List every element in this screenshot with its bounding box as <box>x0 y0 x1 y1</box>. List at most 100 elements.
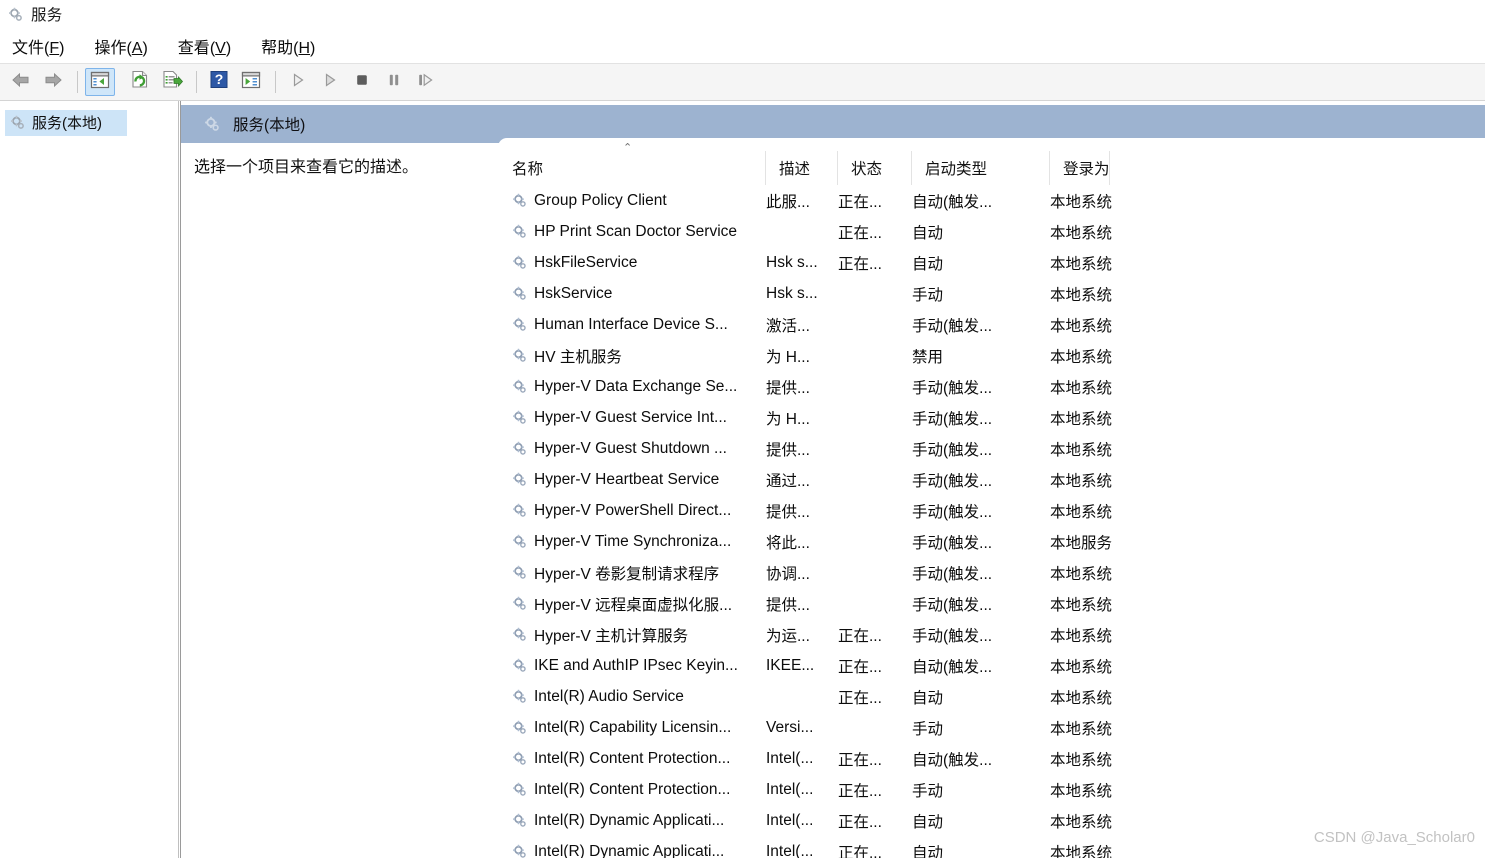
cell-startup-type-text: 自动(触发... <box>912 193 993 211</box>
cell-description-text: 通过... <box>766 472 810 490</box>
export-list-button[interactable] <box>157 68 187 96</box>
cell-service-name-text: Hyper-V PowerShell Direct... <box>534 501 732 519</box>
cell-description: 将此... <box>766 531 838 553</box>
menu-bar: 文件(F) 操作(A) 查看(V) 帮助(H) <box>0 28 1485 63</box>
stop-service-button[interactable] <box>347 68 377 96</box>
cell-status: 正在... <box>838 748 912 770</box>
cell-startup-type: 手动(触发... <box>912 438 1050 460</box>
column-header-startup-type[interactable]: 启动类型 <box>912 151 1050 185</box>
start-service-button[interactable] <box>283 68 313 96</box>
table-row[interactable]: Intel(R) Audio Service 正在... 自动 本地系统 <box>498 681 1485 712</box>
back-button[interactable] <box>6 68 36 96</box>
cell-log-on-as-text: 本地系统 <box>1050 627 1113 645</box>
cell-log-on-as-text: 本地系统 <box>1050 844 1113 858</box>
cell-description: 激活... <box>766 314 838 336</box>
forward-button[interactable] <box>38 68 68 96</box>
table-row[interactable]: Group Policy Client 此服... 正在... 自动(触发... 本地系… <box>498 185 1485 216</box>
description-hint: 选择一个项目来查看它的描述。 <box>194 159 419 176</box>
cell-service-name: Intel(R) Dynamic Applicati... <box>498 843 766 858</box>
cell-log-on-as: 本地系统 <box>1050 562 1130 584</box>
table-row[interactable]: HP Print Scan Doctor Service 正在... 自动 本地系统 <box>498 216 1485 247</box>
cell-status: 正在... <box>838 841 912 858</box>
cell-service-name-text: Hyper-V Time Synchroniza... <box>534 532 732 550</box>
cell-service-name-text: Hyper-V Data Exchange Se... <box>534 377 738 395</box>
table-row[interactable]: Hyper-V 主机计算服务 为运... 正在... 手动(触发... 本地系统 <box>498 619 1485 650</box>
menu-item-view[interactable]: 查看(V) <box>178 34 231 58</box>
cell-log-on-as: 本地系统 <box>1050 283 1130 305</box>
table-row[interactable]: HskService Hsk s... 手动 本地系统 <box>498 278 1485 309</box>
cell-log-on-as-text: 本地系统 <box>1050 720 1113 738</box>
table-row[interactable]: Hyper-V Data Exchange Se... 提供... 手动(触发...… <box>498 371 1485 402</box>
table-row[interactable]: Hyper-V 卷影复制请求程序 协调... 手动(触发... 本地系统 <box>498 557 1485 588</box>
show-hide-console-tree-button[interactable] <box>85 68 115 96</box>
refresh-button[interactable] <box>125 68 155 96</box>
service-gear-icon <box>511 192 528 209</box>
menu-item-action[interactable]: 操作(A) <box>94 34 147 58</box>
table-row[interactable]: HskFileService Hsk s... 正在... 自动 本地系统 <box>498 247 1485 278</box>
window-title: 服务 <box>31 7 63 24</box>
cell-service-name-text: Hyper-V Guest Shutdown ... <box>534 439 727 457</box>
sidebar-item-services-local[interactable]: 服务(本地) <box>5 110 127 136</box>
cell-log-on-as-text: 本地系统 <box>1050 503 1113 521</box>
cell-service-name: Hyper-V 主机计算服务 <box>498 624 766 646</box>
pause-service-button[interactable] <box>379 68 409 96</box>
cell-description-text: 激活... <box>766 317 810 335</box>
cell-description-text: 协调... <box>766 565 810 583</box>
start-service-alt-button[interactable] <box>315 68 345 96</box>
cell-status: 正在... <box>838 221 912 243</box>
cell-description: Hsk s... <box>766 254 838 272</box>
table-row[interactable]: Intel(R) Content Protection... Intel(... 正… <box>498 774 1485 805</box>
help-button[interactable]: ? <box>204 68 234 96</box>
cell-status: 正在... <box>838 810 912 832</box>
service-gear-icon <box>511 843 528 858</box>
cell-service-name: Hyper-V Heartbeat Service <box>498 471 766 489</box>
cell-startup-type: 手动(触发... <box>912 376 1050 398</box>
cell-startup-type: 手动(触发... <box>912 562 1050 584</box>
properties-button[interactable] <box>236 68 266 96</box>
cell-status-text: 正在... <box>838 844 882 858</box>
cell-log-on-as: 本地系统 <box>1050 779 1130 801</box>
cell-service-name: Intel(R) Dynamic Applicati... <box>498 812 766 830</box>
properties-icon <box>241 71 261 94</box>
column-header-description[interactable]: 描述 <box>766 151 838 185</box>
column-header-name-label: 名称 <box>512 161 544 178</box>
cell-service-name-text: Intel(R) Dynamic Applicati... <box>534 811 725 829</box>
column-header-status[interactable]: 状态 <box>838 151 912 185</box>
cell-description-text: 提供... <box>766 379 810 397</box>
menu-item-file[interactable]: 文件(F) <box>12 34 64 58</box>
column-header-name[interactable]: 名称 ⌃ <box>498 143 766 185</box>
cell-log-on-as-text: 本地系统 <box>1050 410 1113 428</box>
cell-log-on-as: 本地系统 <box>1050 438 1130 460</box>
table-row[interactable]: Human Interface Device S... 激活... 手动(触发...… <box>498 309 1485 340</box>
table-row[interactable]: Hyper-V Heartbeat Service 通过... 手动(触发... 本地… <box>498 464 1485 495</box>
table-row[interactable]: Intel(R) Content Protection... Intel(... 正… <box>498 743 1485 774</box>
table-row[interactable]: IKE and AuthIP IPsec Keyin... IKEE... 正在..… <box>498 650 1485 681</box>
cell-startup-type-text: 自动 <box>912 844 944 858</box>
restart-service-button[interactable] <box>411 68 441 96</box>
table-row[interactable]: Hyper-V PowerShell Direct... 提供... 手动(触发..… <box>498 495 1485 526</box>
cell-startup-type: 自动 <box>912 810 1050 832</box>
main-pane: 服务(本地) 选择一个项目来查看它的描述。 名称 ⌃ 描述 状态 启动类型 登录… <box>180 101 1485 858</box>
table-row[interactable]: Hyper-V Time Synchroniza... 将此... 手动(触发...… <box>498 526 1485 557</box>
cell-status: 正在... <box>838 624 912 646</box>
cell-description-text: 此服... <box>766 193 810 211</box>
table-row[interactable]: Hyper-V Guest Shutdown ... 提供... 手动(触发... 本… <box>498 433 1485 464</box>
cell-status-text: 正在... <box>838 813 882 831</box>
table-row[interactable]: Intel(R) Capability Licensin... Versi... 手… <box>498 712 1485 743</box>
cell-description-text: 将此... <box>766 534 810 552</box>
table-row[interactable]: HV 主机服务 为 H... 禁用 本地系统 <box>498 340 1485 371</box>
menu-item-help[interactable]: 帮助(H) <box>261 34 315 58</box>
cell-log-on-as-text: 本地系统 <box>1050 224 1113 242</box>
column-header-log-on-as[interactable]: 登录为 <box>1050 151 1110 185</box>
menu-item-action-label: 操作 <box>94 39 127 57</box>
cell-description-text: 为 H... <box>766 348 810 366</box>
table-row[interactable]: Hyper-V 远程桌面虚拟化服... 提供... 手动(触发... 本地系统 <box>498 588 1485 619</box>
cell-log-on-as: 本地系统 <box>1050 252 1130 274</box>
cell-status: 正在... <box>838 252 912 274</box>
table-row[interactable]: Hyper-V Guest Service Int... 为 H... 手动(触发.… <box>498 402 1485 433</box>
cell-log-on-as-text: 本地系统 <box>1050 813 1113 831</box>
cell-service-name: Intel(R) Capability Licensin... <box>498 719 766 737</box>
cell-status-text: 正在... <box>838 193 882 211</box>
cell-service-name-text: Hyper-V 主机计算服务 <box>534 627 689 645</box>
cell-log-on-as-text: 本地系统 <box>1050 658 1113 676</box>
